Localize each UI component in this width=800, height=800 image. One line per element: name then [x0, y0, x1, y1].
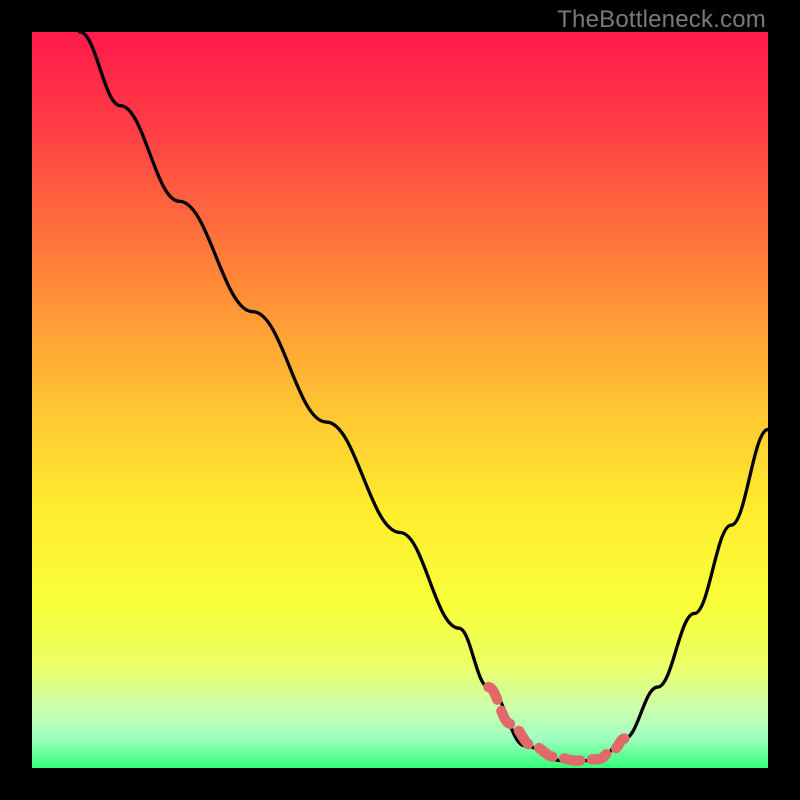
chart-frame: TheBottleneck.com: [0, 0, 800, 800]
bottleneck-curve: [32, 32, 768, 768]
plot-area: [32, 32, 768, 768]
watermark-text: TheBottleneck.com: [557, 6, 766, 34]
